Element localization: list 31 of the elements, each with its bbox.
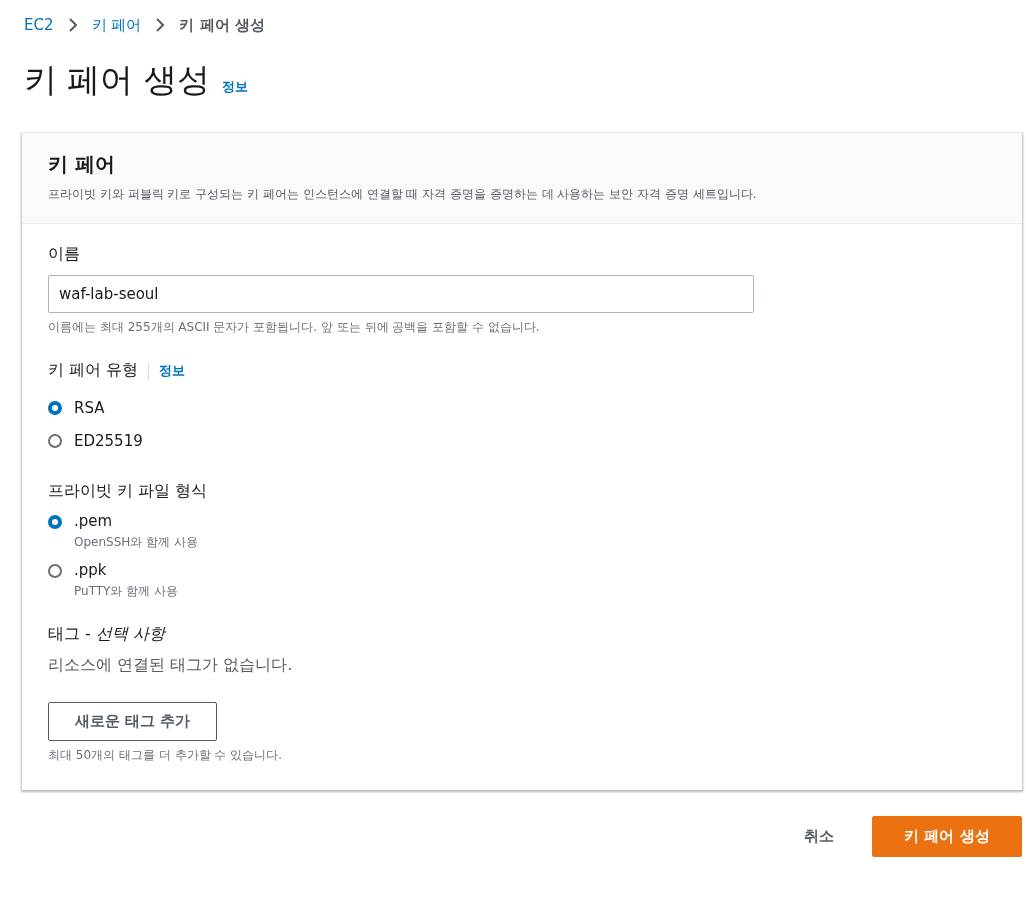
- field-label: 이름: [48, 244, 81, 265]
- field-label: 키 페어 유형: [48, 360, 139, 381]
- empty-tags-text: 리소스에 연결된 태그가 없습니다.: [48, 655, 294, 676]
- field-label: 프라이빗 키 파일 형식: [48, 481, 209, 502]
- radio-button[interactable]: [48, 515, 62, 529]
- info-link[interactable]: 정보: [222, 78, 248, 96]
- radio-button[interactable]: [48, 564, 62, 578]
- field-label: 태그 - 선택 사항: [48, 624, 168, 645]
- chevron-right-icon: [155, 17, 166, 33]
- radio-label: RSA: [74, 398, 105, 417]
- name-input-field[interactable]: waf-lab-seoul: [48, 275, 754, 313]
- breadcrumb-current: 키 페어 생성: [179, 15, 265, 35]
- radio-button[interactable]: [48, 433, 62, 448]
- add-tag-button[interactable]: 새로운 태그 추가: [48, 702, 218, 741]
- radio-description: PuTTY와 함께 사용: [74, 583, 179, 600]
- radio-label: .ppk: [74, 561, 108, 579]
- field-hint: 최대 50개의 태그를 더 추가할 수 있습니다.: [48, 747, 283, 764]
- create-key-pair-button[interactable]: 키 페어 생성: [872, 816, 1022, 857]
- breadcrumb-link[interactable]: 키 페어: [91, 15, 142, 35]
- radio-label: ED25519: [74, 431, 143, 450]
- card-title: 키 페어: [48, 151, 116, 178]
- radio-description: OpenSSH와 함께 사용: [74, 534, 198, 551]
- radio-button[interactable]: [48, 400, 62, 415]
- cancel-button[interactable]: 취소: [796, 817, 842, 856]
- breadcrumb-link[interactable]: EC2: [24, 16, 54, 34]
- card-description: 프라이빗 키와 퍼블릭 키로 구성되는 키 페어는 인스턴스에 연결할 때 자격 증명을 증명하는 데 사용하는 보안 자격 증명 세트입니다.: [48, 186, 758, 203]
- info-link[interactable]: 정보: [159, 361, 186, 380]
- page-title: 키 페어 생성: [24, 59, 210, 101]
- field-hint: 이름에는 최대 255개의 ASCII 문자가 포함됩니다. 앞 또는 뒤에 공백을 포함할 수 없습니다.: [48, 319, 541, 336]
- radio-label: .pem: [74, 512, 114, 530]
- chevron-right-icon: [67, 17, 78, 33]
